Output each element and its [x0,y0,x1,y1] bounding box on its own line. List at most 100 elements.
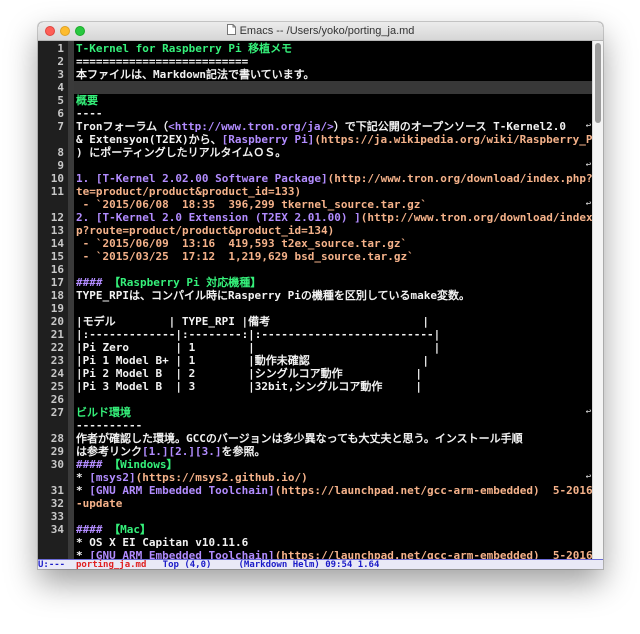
text-segment: を参照。 [221,445,266,458]
text-segment: * OS X EI Capitan v10.11.6 [76,536,249,549]
text-segment: 【Windows】 [109,458,178,471]
text-segment: |Pi 3 Model B | 3 |32bit,シングルコア動作 | [76,380,423,393]
line-number: 22 [50,341,64,354]
editor-line[interactable]: - `2015/06/09 13:16 419,593 t2ex_source.… [76,237,592,250]
line-number: 21 [50,328,64,341]
line-number: 9 [57,159,64,172]
editor-line[interactable]: は参考リンク[1.][2.][3.]を参照。 [76,445,592,458]
text-segment: ========================== [76,55,249,68]
text-segment: (https://launchpad.net/gcc-arm-embedded)… [274,484,592,497]
editor-line[interactable]: & Extensyon(T2EX)から、[Raspberry Pi](https… [76,133,592,146]
line-number: 13 [50,224,64,237]
line-number: 2 [57,55,64,68]
editor-line[interactable]: #### 【Windows】 [76,458,592,471]
editor-line[interactable] [76,302,592,315]
text-segment: 1. [76,172,96,185]
editor-line[interactable] [76,159,592,172]
editor-line[interactable] [76,393,592,406]
continuation-arrow-icon: ↩ [585,472,592,482]
editor-line[interactable]: te=product/product&product_id=133) [76,185,592,198]
line-number: 29 [50,445,64,458]
text-segment: |Pi 1 Model B+ | 1 |動作未確認 | [76,354,430,367]
line-number: 12 [50,211,64,224]
editor-line[interactable]: ---------- [76,419,592,432]
emacs-window: Emacs -- /Users/yoko/porting_ja.md 12345… [38,22,603,569]
editor-line[interactable]: - `2015/06/08 18:35 396,299 tkernel_sour… [76,198,592,211]
text-segment: |:-------------|:--------:|:------------… [76,328,441,341]
editor-line[interactable]: |Pi 2 Model B | 2 |シングルコア動作 | [76,367,592,380]
text-segment: |Pi Zero | 1 | | [76,341,441,354]
editor-line[interactable]: * [msys2](https://msys2.github.io/) [76,471,592,484]
editor-line[interactable]: * [GNU ARM Embedded Toolchain](https://l… [76,549,592,559]
text-segment: (https://launchpad.net/gcc-arm-embedded)… [274,549,592,559]
text-segment: p?route=product/product&product_id=134) [76,224,335,237]
editor-line[interactable] [76,510,592,523]
editor-line[interactable]: |Pi 1 Model B+ | 1 |動作未確認 | [76,354,592,367]
editor-line[interactable]: #### 【Mac】 [76,523,592,536]
text-segment: #### [76,276,110,289]
text-segment: [GNU ARM Embedded Toolchain] [89,484,275,497]
editor-line[interactable]: - `2015/03/25 17:12 1,219,629 bsd_source… [76,250,592,263]
line-number: 23 [50,354,64,367]
window-title: Emacs -- /Users/yoko/porting_ja.md [239,25,415,37]
editor-line[interactable]: ビルド環境 [76,406,592,419]
editor-line[interactable]: #### 【Raspberry Pi 対応機種】 [76,276,592,289]
editor-line[interactable]: p?route=product/product&product_id=134) [76,224,592,237]
line-number: 4 [57,81,64,94]
line-number: 34 [50,523,64,536]
continuation-arrow-icon: ↩ [585,199,592,209]
editor-line[interactable]: 本ファイルは、Markdown記法で書いています。 [76,68,592,81]
editor-line[interactable]: |Pi 3 Model B | 3 |32bit,シングルコア動作 | [76,380,592,393]
editor-line[interactable]: 1. [T-Kernel 2.02.00 Software Package](h… [76,172,592,185]
editor-line[interactable]: |Pi Zero | 1 | | [76,341,592,354]
editor-line[interactable]: Tronフォーラム（<http://www.tron.org/ja/>）で下記公… [76,120,592,133]
text-segment: 作者が確認した環境。GCCのバージョンは多少異なっても大丈夫と思う。インストール… [76,432,523,445]
editor-line[interactable]: * [GNU ARM Embedded Toolchain](https://l… [76,484,592,497]
line-number: 8 [57,146,64,159]
text-segment: ) にポーティングしたリアルタイムＯＳ。 [76,146,287,159]
editor-line[interactable]: TYPE_RPIは、コンパイル時にRasperry Piの機種を区別しているma… [76,289,592,302]
line-number: 31 [50,484,64,497]
modeline-buffer-name[interactable]: porting_ja.md [76,560,146,569]
text-segment: -update [76,497,123,510]
text-segment: #### [76,523,110,536]
scrollbar-thumb[interactable] [595,43,601,123]
document-icon [226,24,236,35]
line-number: 6 [57,107,64,120]
modeline-status: U:--- [38,560,76,569]
title-bar[interactable]: Emacs -- /Users/yoko/porting_ja.md [38,22,603,41]
editor-line[interactable]: ) にポーティングしたリアルタイムＯＳ。 [76,146,592,159]
text-segment: * [76,549,90,559]
editor-line[interactable]: 2. [T-Kernel 2.0 Extension (T2EX 2.01.00… [76,211,592,224]
line-number: 33 [50,510,64,523]
text-segment: |Pi 2 Model B | 2 |シングルコア動作 | [76,367,423,380]
editor-line[interactable]: ========================== [76,55,592,68]
line-number: 17 [50,276,64,289]
line-number: 3 [57,68,64,81]
editor-line[interactable]: ---- [76,107,592,120]
editor-line[interactable] [76,263,592,276]
text-area[interactable]: T-Kernel for Raspberry Pi 移植メモ ==========… [74,41,592,559]
line-number-gutter: 1 2 3 4 5 6 7 8 9 10 11 12 13 14 15 16 17 18 19 20 21 22 23 24 2… [38,41,68,559]
editor-line[interactable]: 作者が確認した環境。GCCのバージョンは多少異なっても大丈夫と思う。インストール… [76,432,592,445]
text-segment: 本ファイルは、Markdown記法で書いています。 [76,68,315,81]
editor-line[interactable]: 概要 [76,94,592,107]
editor-line[interactable]: * OS X EI Capitan v10.11.6 [76,536,592,549]
editor-line[interactable]: -update [76,497,592,510]
editor-line[interactable]: |モデル | TYPE_RPI |備考 | [76,315,592,328]
editor-line[interactable]: T-Kernel for Raspberry Pi 移植メモ [76,42,592,55]
editor-line[interactable] [76,81,592,94]
continuation-arrow-icon: ↩ [585,407,592,417]
vertical-scrollbar[interactable] [592,41,603,559]
text-segment: [T-Kernel 2.02.00 Software Package] [95,172,328,185]
line-number: 14 [50,237,64,250]
modeline-position: Top (4,0) (Markdown Helm) 09:54 1.64 [146,560,380,569]
text-segment: (https://ja.wikipedia.org/wiki/Raspberry… [314,133,592,146]
text-segment: T-Kernel for Raspberry Pi 移植メモ [76,42,293,55]
line-number: 10 [50,172,64,185]
text-segment: 概要 [76,94,98,107]
text-segment: * [76,484,90,497]
editor-line[interactable]: |:-------------|:--------:|:------------… [76,328,592,341]
line-number: 27 [50,406,64,419]
continuation-arrow-icon: ↩ [585,121,592,131]
